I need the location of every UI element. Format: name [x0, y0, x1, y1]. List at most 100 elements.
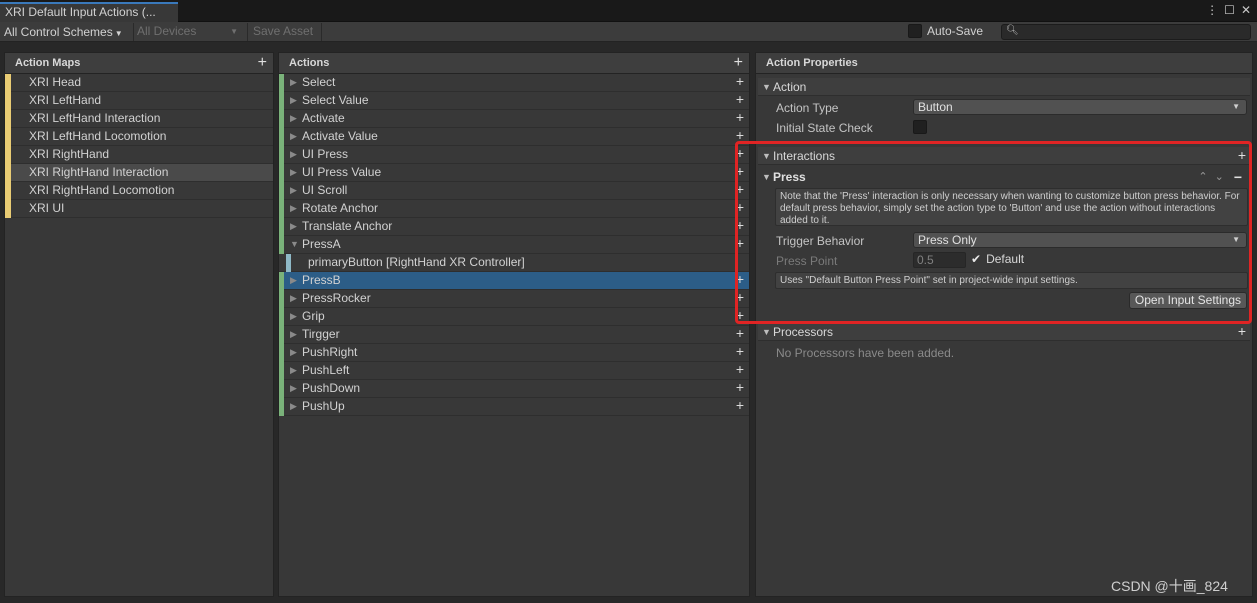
action-item[interactable]: ▶ UI Press Value + — [279, 163, 749, 182]
add-binding-icon[interactable]: + — [736, 145, 744, 162]
remove-interaction-icon[interactable]: − — [1234, 168, 1242, 186]
action-map-item[interactable]: XRI LeftHand Interaction — [5, 110, 273, 128]
interactions-section-header[interactable]: ▼ Interactions + — [758, 147, 1250, 165]
action-item[interactable]: ▶ UI Scroll + — [279, 181, 749, 200]
press-interaction-header[interactable]: ▼ Press ⌃ ⌄ − — [758, 168, 1250, 186]
action-item-selected[interactable]: ▶ PressB + — [279, 271, 749, 290]
close-icon[interactable]: ✕ — [1241, 3, 1251, 17]
expand-arrow-icon[interactable]: ▶ — [290, 344, 297, 361]
add-binding-icon[interactable]: + — [736, 181, 744, 198]
action-item[interactable]: ▶ PushUp + — [279, 397, 749, 416]
action-item[interactable]: ▶ UI Press + — [279, 145, 749, 164]
expand-arrow-icon[interactable]: ▶ — [290, 92, 297, 109]
action-type-dropdown[interactable]: Button ▼ — [913, 99, 1247, 115]
add-binding-icon[interactable]: + — [736, 199, 744, 216]
foldout-arrow-icon[interactable]: ▼ — [762, 78, 771, 96]
toolbar: All Control Schemes ▼ All Devices ▼ Save … — [0, 22, 1257, 42]
add-processor-icon[interactable]: + — [1238, 322, 1246, 340]
action-map-item[interactable]: XRI RightHand Locomotion — [5, 182, 273, 200]
expand-arrow-icon[interactable]: ▶ — [290, 164, 297, 181]
action-map-item[interactable]: XRI LeftHand Locomotion — [5, 128, 273, 146]
action-map-item[interactable]: XRI LeftHand — [5, 92, 273, 110]
expand-arrow-icon[interactable]: ▶ — [290, 146, 297, 163]
checkmark-icon[interactable]: ✔ — [971, 252, 981, 266]
auto-save-toggle[interactable]: Auto-Save — [908, 24, 983, 38]
expand-arrow-icon[interactable]: ▶ — [290, 200, 297, 217]
action-map-item-selected[interactable]: XRI RightHand Interaction — [5, 164, 273, 182]
add-binding-icon[interactable]: + — [736, 127, 744, 144]
more-options-icon[interactable]: ⋮ — [1206, 3, 1218, 17]
action-label: Select — [302, 75, 336, 89]
expand-arrow-icon[interactable]: ▶ — [290, 398, 297, 415]
tab-input-actions[interactable]: XRI Default Input Actions (... — [0, 2, 178, 22]
expand-arrow-icon[interactable]: ▶ — [290, 74, 297, 91]
action-map-item[interactable]: XRI RightHand — [5, 146, 273, 164]
action-item[interactable]: ▶ PushLeft + — [279, 361, 749, 380]
action-item[interactable]: ▶ PushRight + — [279, 343, 749, 362]
action-item[interactable]: ▶ Select Value + — [279, 91, 749, 110]
action-map-item[interactable]: XRI Head — [5, 74, 273, 92]
control-schemes-dropdown[interactable]: All Control Schemes ▼ — [4, 24, 123, 42]
add-binding-icon[interactable]: + — [736, 307, 744, 324]
action-item[interactable]: ▶ PushDown + — [279, 379, 749, 398]
expand-arrow-icon[interactable]: ▶ — [290, 128, 297, 145]
maximize-icon[interactable]: ☐ — [1224, 3, 1235, 17]
add-binding-icon[interactable]: + — [736, 163, 744, 180]
foldout-arrow-icon[interactable]: ▼ — [762, 168, 771, 186]
add-binding-icon[interactable]: + — [736, 325, 744, 342]
action-item[interactable]: ▶ Translate Anchor + — [279, 217, 749, 236]
action-item[interactable]: ▶ PressRocker + — [279, 289, 749, 308]
action-item[interactable]: ▶ Activate Value + — [279, 127, 749, 146]
add-binding-icon[interactable]: + — [736, 361, 744, 378]
press-point-field[interactable]: 0.5 — [913, 252, 966, 268]
add-interaction-icon[interactable]: + — [1238, 146, 1246, 164]
add-action-map-button[interactable]: + — [258, 52, 267, 73]
action-map-label: XRI LeftHand Locomotion — [29, 129, 167, 143]
move-down-icon[interactable]: ⌄ — [1215, 168, 1224, 186]
binding-item[interactable]: primaryButton [RightHand XR Controller] — [279, 254, 749, 272]
save-asset-button[interactable]: Save Asset — [247, 23, 322, 41]
trigger-behavior-dropdown[interactable]: Press Only ▼ — [913, 232, 1247, 248]
expand-arrow-icon[interactable]: ▶ — [290, 326, 297, 343]
expand-arrow-icon[interactable]: ▶ — [290, 182, 297, 199]
add-binding-icon[interactable]: + — [736, 379, 744, 396]
add-binding-icon[interactable]: + — [736, 109, 744, 126]
default-press-point-toggle[interactable]: ✔ Default — [971, 252, 1024, 266]
action-item[interactable]: ▶ Grip + — [279, 307, 749, 326]
add-binding-icon[interactable]: + — [736, 289, 744, 306]
initial-state-checkbox[interactable] — [913, 120, 927, 134]
add-binding-icon[interactable]: + — [736, 343, 744, 360]
foldout-arrow-icon[interactable]: ▼ — [762, 323, 771, 341]
move-up-icon[interactable]: ⌃ — [1198, 168, 1207, 186]
action-map-item[interactable]: XRI UI — [5, 200, 273, 218]
processors-section-header[interactable]: ▼ Processors + — [758, 323, 1250, 341]
add-binding-icon[interactable]: + — [736, 271, 744, 288]
add-binding-icon[interactable]: + — [736, 217, 744, 234]
expand-arrow-icon[interactable]: ▶ — [290, 290, 297, 307]
expand-arrow-icon[interactable]: ▶ — [290, 362, 297, 379]
expand-arrow-icon[interactable]: ▶ — [290, 380, 297, 397]
collapse-arrow-icon[interactable]: ▼ — [290, 236, 299, 253]
foldout-arrow-icon[interactable]: ▼ — [762, 147, 771, 165]
action-item[interactable]: ▶ Rotate Anchor + — [279, 199, 749, 218]
add-binding-icon[interactable]: + — [736, 235, 744, 252]
action-section-header[interactable]: ▼ Action — [758, 78, 1250, 96]
add-binding-icon[interactable]: + — [736, 73, 744, 90]
action-item[interactable]: ▼ PressA + — [279, 235, 749, 254]
expand-arrow-icon[interactable]: ▶ — [290, 110, 297, 127]
add-binding-icon[interactable]: + — [736, 397, 744, 414]
default-press-point-note: Uses "Default Button Press Point" set in… — [775, 272, 1248, 289]
devices-dropdown[interactable]: All Devices ▼ — [133, 23, 243, 41]
no-processors-message: No Processors have been added. — [776, 346, 955, 360]
expand-arrow-icon[interactable]: ▶ — [290, 218, 297, 235]
expand-arrow-icon[interactable]: ▶ — [290, 308, 297, 325]
search-input[interactable]: 🔍︎ — [1001, 24, 1251, 40]
action-item[interactable]: ▶ Tirgger + — [279, 325, 749, 344]
open-input-settings-button[interactable]: Open Input Settings — [1128, 292, 1247, 309]
auto-save-checkbox[interactable] — [908, 24, 922, 38]
add-binding-icon[interactable]: + — [736, 91, 744, 108]
expand-arrow-icon[interactable]: ▶ — [290, 272, 297, 289]
action-item[interactable]: ▶ Activate + — [279, 109, 749, 128]
add-action-button[interactable]: + — [734, 52, 743, 73]
action-item[interactable]: ▶ Select + — [279, 73, 749, 92]
